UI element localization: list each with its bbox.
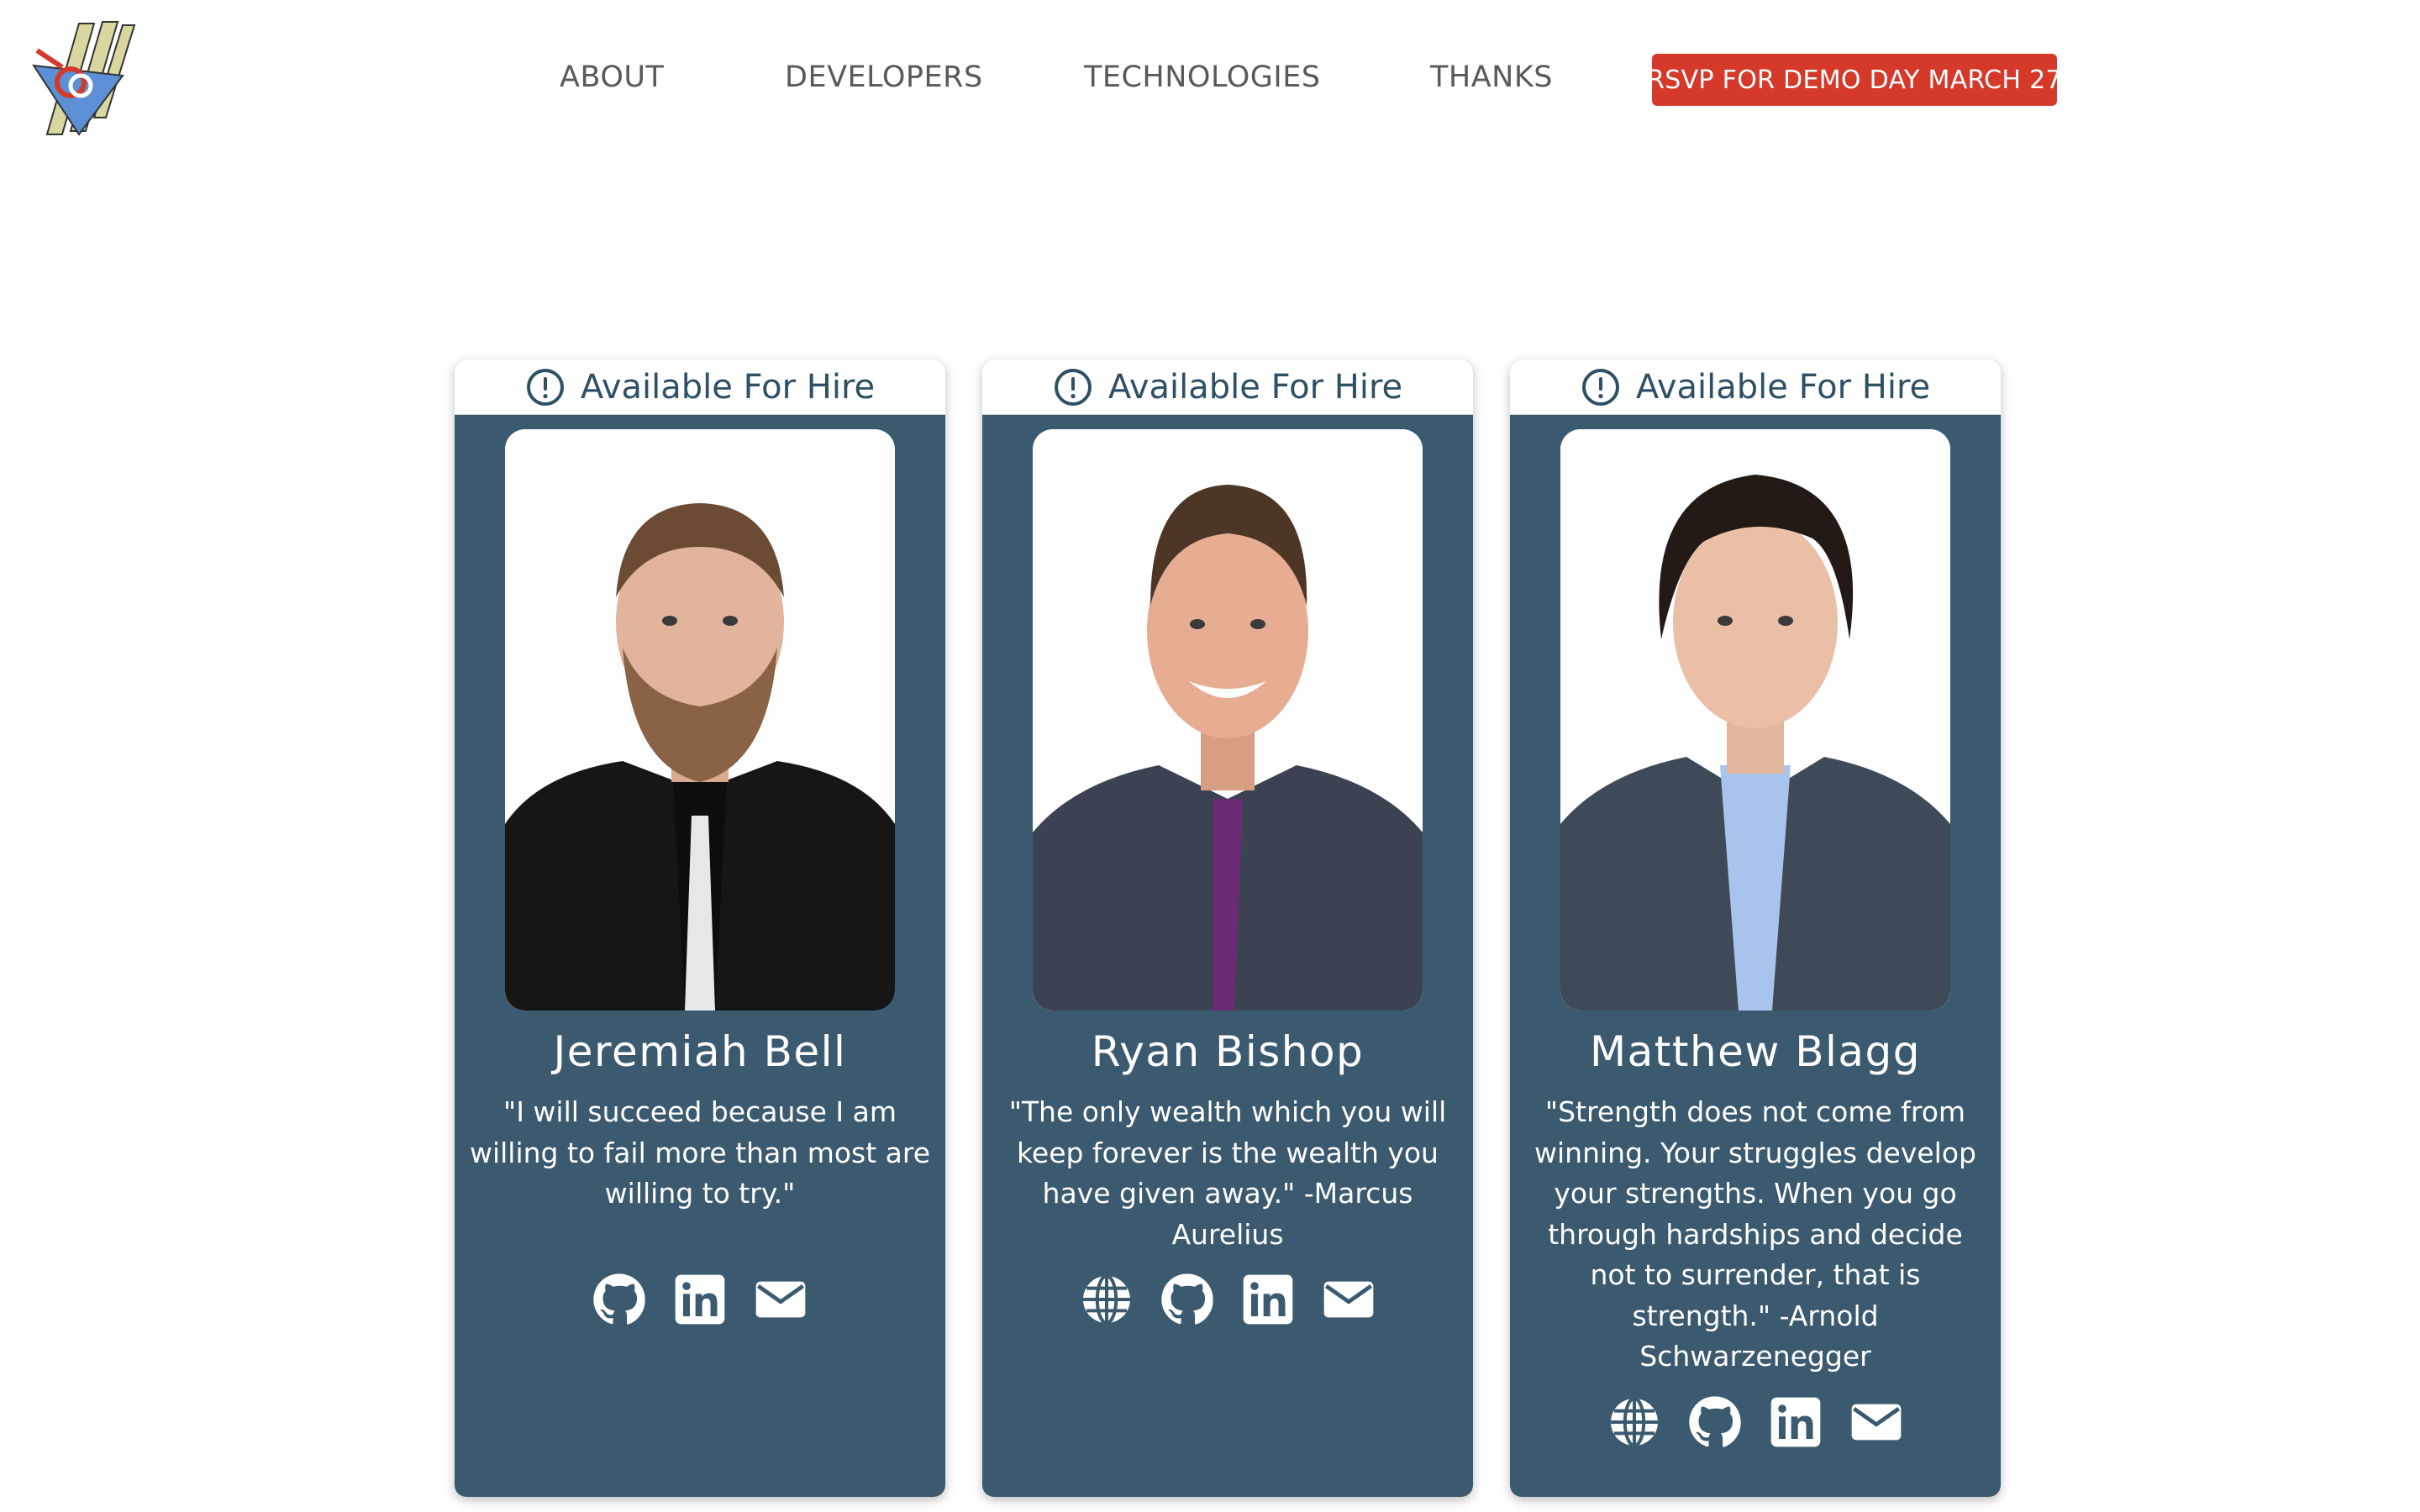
github-link[interactable]: [1160, 1272, 1215, 1327]
email-link[interactable]: [753, 1272, 808, 1327]
github-icon: [592, 1273, 646, 1326]
portrait-image: [1560, 429, 1950, 1011]
nav-about-link[interactable]: ABOUT: [560, 60, 664, 94]
email-link[interactable]: [1321, 1272, 1376, 1327]
hire-banner-label: Available For Hire: [1107, 367, 1403, 407]
developer-card-matthew-blagg: Available For Hire Matthew Blagg "Streng…: [1510, 360, 2001, 1497]
linkedin-icon: [1769, 1395, 1823, 1449]
email-link[interactable]: [1849, 1394, 1904, 1450]
hire-banner: Available For Hire: [455, 360, 945, 415]
email-icon: [1322, 1273, 1376, 1326]
developer-quote: "I will succeed because I am willing to …: [469, 1095, 931, 1210]
github-link[interactable]: [1687, 1394, 1743, 1450]
developer-quote: "The only wealth which you will keep for…: [1008, 1095, 1447, 1251]
developer-photo: [505, 429, 895, 1011]
linkedin-link[interactable]: [672, 1272, 728, 1327]
linkedin-icon: [1241, 1273, 1295, 1326]
website-link[interactable]: [1607, 1394, 1662, 1450]
developer-photo: [1033, 429, 1423, 1011]
linkedin-icon: [673, 1273, 727, 1326]
globe-icon: [1607, 1395, 1661, 1449]
hire-banner: Available For Hire: [1510, 360, 2001, 415]
nav-developers-link[interactable]: DEVELOPERS: [785, 60, 983, 94]
linkedin-link[interactable]: [1240, 1272, 1296, 1327]
hire-banner-label: Available For Hire: [1635, 367, 1931, 407]
alert-icon: [525, 367, 566, 407]
rsvp-demo-day-button[interactable]: RSVP FOR DEMO DAY MARCH 27: [1647, 54, 2062, 106]
social-links: [982, 1272, 1473, 1331]
developer-card-jeremiah-bell: Available For Hire Jeremiah Bell "I will…: [455, 360, 945, 1497]
alert-icon: [1053, 367, 1093, 407]
social-links: [1510, 1394, 2001, 1453]
alert-icon: [1581, 367, 1621, 407]
nav-thanks-link[interactable]: THANKS: [1430, 60, 1553, 94]
hire-banner: Available For Hire: [982, 360, 1473, 415]
portrait-image: [1033, 429, 1423, 1011]
developer-quote: "Strength does not come from winning. Yo…: [1534, 1095, 1976, 1373]
nav-technologies-link[interactable]: TECHNOLOGIES: [1084, 60, 1321, 94]
email-icon: [1849, 1395, 1903, 1449]
developer-card-ryan-bishop: Available For Hire Ryan Bishop "The only…: [982, 360, 1473, 1497]
portrait-image: [505, 429, 895, 1011]
logo-graphic: [31, 21, 136, 136]
social-links: [455, 1272, 945, 1331]
developer-name: Ryan Bishop: [1091, 1027, 1365, 1076]
globe-icon: [1080, 1273, 1134, 1326]
developer-name: Jeremiah Bell: [553, 1027, 847, 1076]
site-logo[interactable]: [29, 17, 139, 141]
developer-photo: [1560, 429, 1950, 1011]
developer-name: Matthew Blagg: [1589, 1027, 1922, 1076]
linkedin-link[interactable]: [1768, 1394, 1823, 1450]
github-icon: [1160, 1273, 1214, 1326]
hire-banner-label: Available For Hire: [580, 367, 876, 407]
website-link[interactable]: [1079, 1272, 1134, 1327]
github-icon: [1688, 1395, 1742, 1449]
email-icon: [754, 1273, 808, 1326]
site-header: ABOUT DEVELOPERS TECHNOLOGIES THANKS RSV…: [0, 0, 2420, 160]
github-link[interactable]: [592, 1272, 647, 1327]
